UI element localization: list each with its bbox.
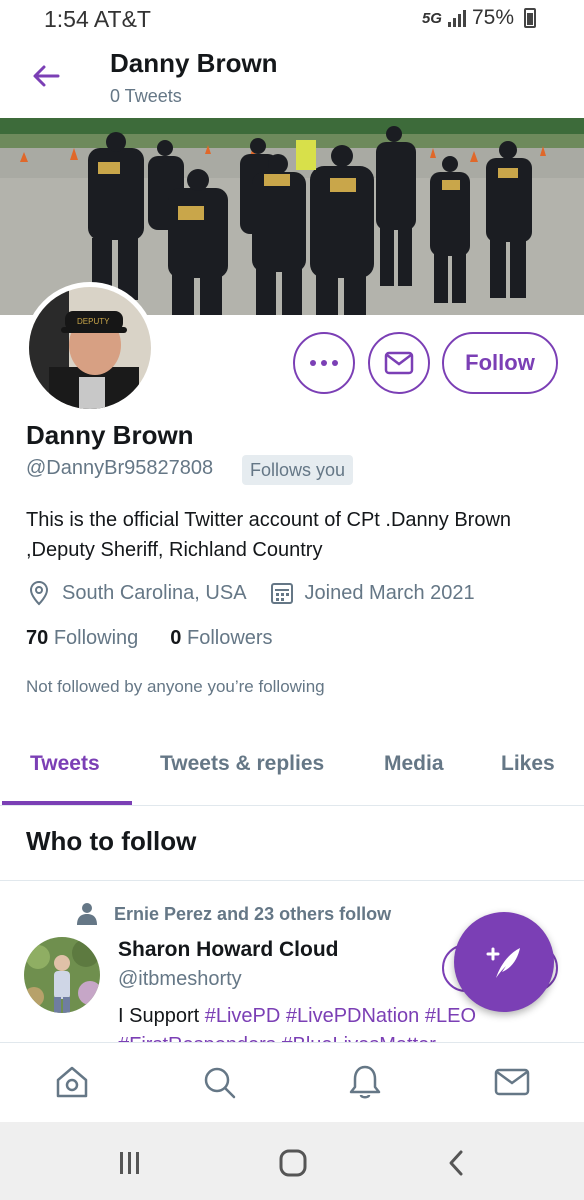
active-tab-indicator [2, 801, 132, 805]
profile-bio: This is the official Twitter account of … [26, 509, 512, 561]
envelope-icon [384, 351, 414, 375]
home-button-icon[interactable] [276, 1146, 310, 1180]
compose-tweet-button[interactable] [454, 912, 554, 1012]
back-icon[interactable] [440, 1146, 474, 1180]
tab-tweets-replies[interactable]: Tweets & replies [160, 752, 324, 776]
status-time: 1:54 AT&T [44, 6, 151, 32]
tab-tweets[interactable]: Tweets [30, 752, 100, 776]
follow-stats: 70 Following 0 Followers [26, 627, 273, 650]
tab-likes[interactable]: Likes [501, 752, 555, 776]
location-pin-icon [29, 580, 49, 606]
mail-icon[interactable] [493, 1063, 531, 1101]
arrow-left-icon[interactable] [30, 60, 62, 92]
more-options-button[interactable] [293, 332, 355, 394]
profile-meta: South Carolina, USA Joined March 2021 [26, 580, 475, 606]
following-count: 70 [26, 627, 49, 649]
person-icon [77, 903, 97, 925]
status-bar: 1:54 AT&T 5G 75% [0, 0, 584, 42]
battery-percent: 75% [471, 6, 514, 29]
signal-icon [447, 9, 466, 27]
tab-media[interactable]: Media [384, 752, 444, 776]
followers-label: Followers [186, 627, 273, 649]
status-indicators: 5G 75% [422, 6, 536, 30]
header-title: Danny Brown [110, 48, 278, 78]
hashtag-link[interactable]: #LivePDNation [286, 1005, 419, 1027]
not-followed-note: Not followed by anyone you’re following [26, 677, 325, 696]
system-nav-bar [0, 1122, 584, 1200]
followers-link[interactable]: 0 Followers [170, 627, 272, 650]
search-icon[interactable] [200, 1063, 238, 1101]
profile-display-name: Danny Brown [26, 420, 194, 450]
svg-text:DEPUTY: DEPUTY [77, 317, 110, 326]
calendar-icon [270, 583, 293, 604]
suggested-bio-prefix: I Support [118, 1005, 205, 1027]
recent-apps-icon[interactable] [113, 1146, 147, 1180]
suggested-user-name[interactable]: Sharon Howard Cloud [118, 938, 339, 962]
profile-avatar[interactable]: DEPUTY [24, 282, 156, 414]
suggested-user-avatar[interactable] [24, 937, 100, 1013]
hashtag-link[interactable]: #LEO [425, 1005, 476, 1027]
who-to-follow-title: Who to follow [26, 826, 197, 856]
profile-handle: @DannyBr95827808 [26, 457, 214, 479]
following-link[interactable]: 70 Following [26, 627, 138, 650]
section-divider [0, 880, 584, 881]
follows-you-badge: Follows you [242, 455, 354, 485]
profile-location: South Carolina, USA [62, 581, 247, 604]
profile-tabs: Tweets Tweets & replies Media Likes [0, 738, 584, 806]
follow-button[interactable]: Follow [442, 332, 558, 394]
battery-icon [524, 8, 536, 28]
home-icon[interactable] [53, 1063, 91, 1101]
header-tweet-count: 0 Tweets [110, 86, 182, 106]
following-label: Following [53, 627, 139, 649]
compose-icon [486, 947, 520, 978]
social-context-text: Ernie Perez and 23 others follow [114, 903, 392, 924]
profile-joined-date: Joined March 2021 [304, 581, 475, 604]
suggested-user-bio: I Support #LivePD #LivePDNation #LEO [118, 1005, 476, 1028]
followers-count: 0 [170, 627, 182, 649]
social-context: Ernie Perez and 23 others follow [76, 902, 391, 926]
top-app-bar: Danny Brown 0 Tweets [0, 42, 584, 118]
more-icon [310, 360, 338, 366]
network-indicator: 5G [421, 9, 442, 27]
message-button[interactable] [368, 332, 430, 394]
hashtag-link[interactable]: #LivePD [205, 1005, 281, 1027]
suggested-user-handle: @itbmeshorty [118, 968, 242, 990]
bottom-nav [0, 1042, 584, 1122]
bell-icon[interactable] [346, 1063, 384, 1101]
